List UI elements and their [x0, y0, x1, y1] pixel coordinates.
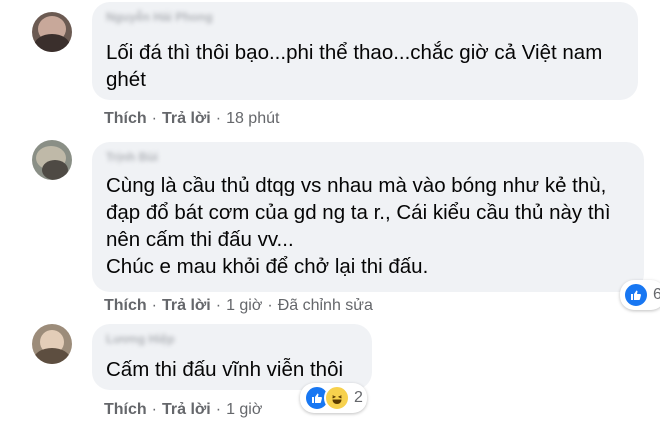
edited-label[interactable]: Đã chỉnh sửa — [278, 297, 373, 314]
comment-text: Lối đá thì thôi bạo...phi thể thao...chắ… — [106, 41, 603, 91]
reply-button[interactable]: Trả lời — [162, 401, 211, 418]
separator: · — [215, 401, 222, 418]
avatar[interactable] — [32, 140, 72, 180]
like-reaction-icon — [623, 282, 649, 308]
comment-actions: Thích · Trả lời · 1 giờ — [104, 401, 262, 419]
like-button[interactable]: Thích — [104, 297, 147, 314]
comment-author[interactable]: Lương Hiệp — [106, 332, 175, 346]
comment-bubble: Nguyễn Hải Phong Lối đá thì thôi bạo...p… — [92, 2, 638, 100]
separator: · — [267, 297, 273, 314]
comment-text: Cùng là cầu thủ dtqg vs nhau mà vào bóng… — [106, 174, 611, 278]
reaction-summary[interactable]: 2 — [300, 383, 367, 413]
timestamp[interactable]: 1 giờ — [226, 297, 262, 314]
comment-actions: Thích · Trả lời · 1 giờ · Đã chỉnh sửa — [104, 297, 373, 315]
comment-bubble: Lương Hiệp Cấm thi đấu vĩnh viễn thôi — [92, 324, 372, 390]
comment-author[interactable]: Nguyễn Hải Phong — [106, 10, 213, 24]
separator: · — [151, 110, 157, 127]
separator: · — [151, 297, 157, 314]
reply-button[interactable]: Trả lời — [162, 110, 211, 127]
separator: · — [215, 110, 222, 127]
separator: · — [215, 297, 222, 314]
avatar[interactable] — [32, 12, 72, 52]
separator: · — [151, 401, 157, 418]
reaction-pill[interactable]: 2 — [300, 383, 367, 413]
avatar[interactable] — [32, 324, 72, 364]
reaction-summary[interactable]: 6 — [620, 280, 660, 310]
comment-bubble: Trịnh Bùi Cùng là cầu thủ dtqg vs nhau m… — [92, 142, 644, 292]
reaction-count: 6 — [653, 286, 660, 303]
timestamp[interactable]: 18 phút — [226, 110, 279, 127]
like-button[interactable]: Thích — [104, 110, 147, 127]
like-button[interactable]: Thích — [104, 401, 147, 418]
reply-button[interactable]: Trả lời — [162, 297, 211, 314]
haha-reaction-icon — [324, 385, 350, 411]
timestamp[interactable]: 1 giờ — [226, 401, 262, 418]
comment-actions: Thích · Trả lời · 18 phút — [104, 110, 279, 128]
comment-text: Cấm thi đấu vĩnh viễn thôi — [106, 358, 344, 381]
reaction-count: 2 — [354, 389, 363, 406]
reaction-pill[interactable]: 6 — [620, 280, 660, 310]
comment-author[interactable]: Trịnh Bùi — [106, 150, 158, 164]
